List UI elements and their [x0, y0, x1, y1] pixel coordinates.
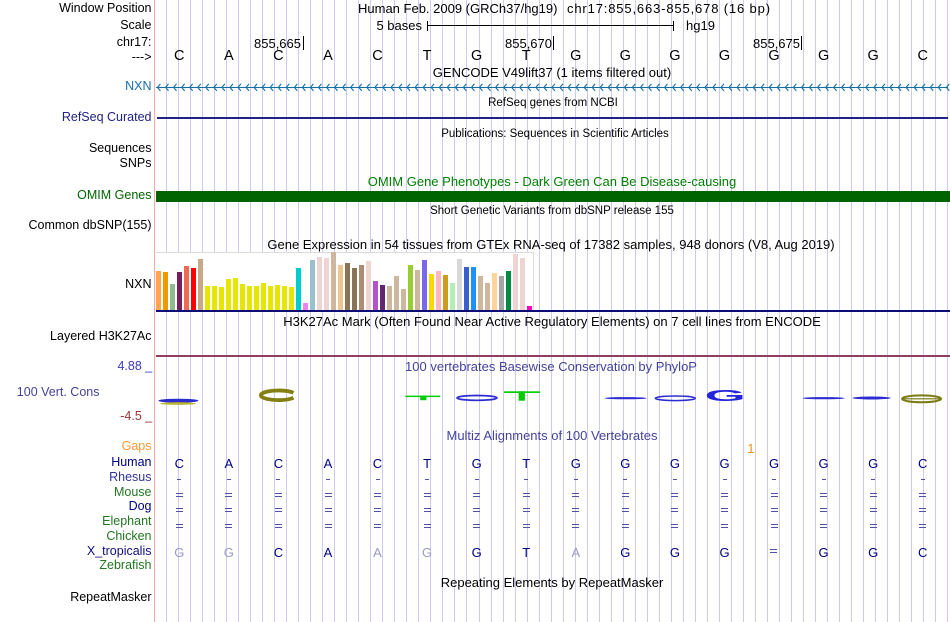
svg-text:G: G [705, 387, 746, 405]
